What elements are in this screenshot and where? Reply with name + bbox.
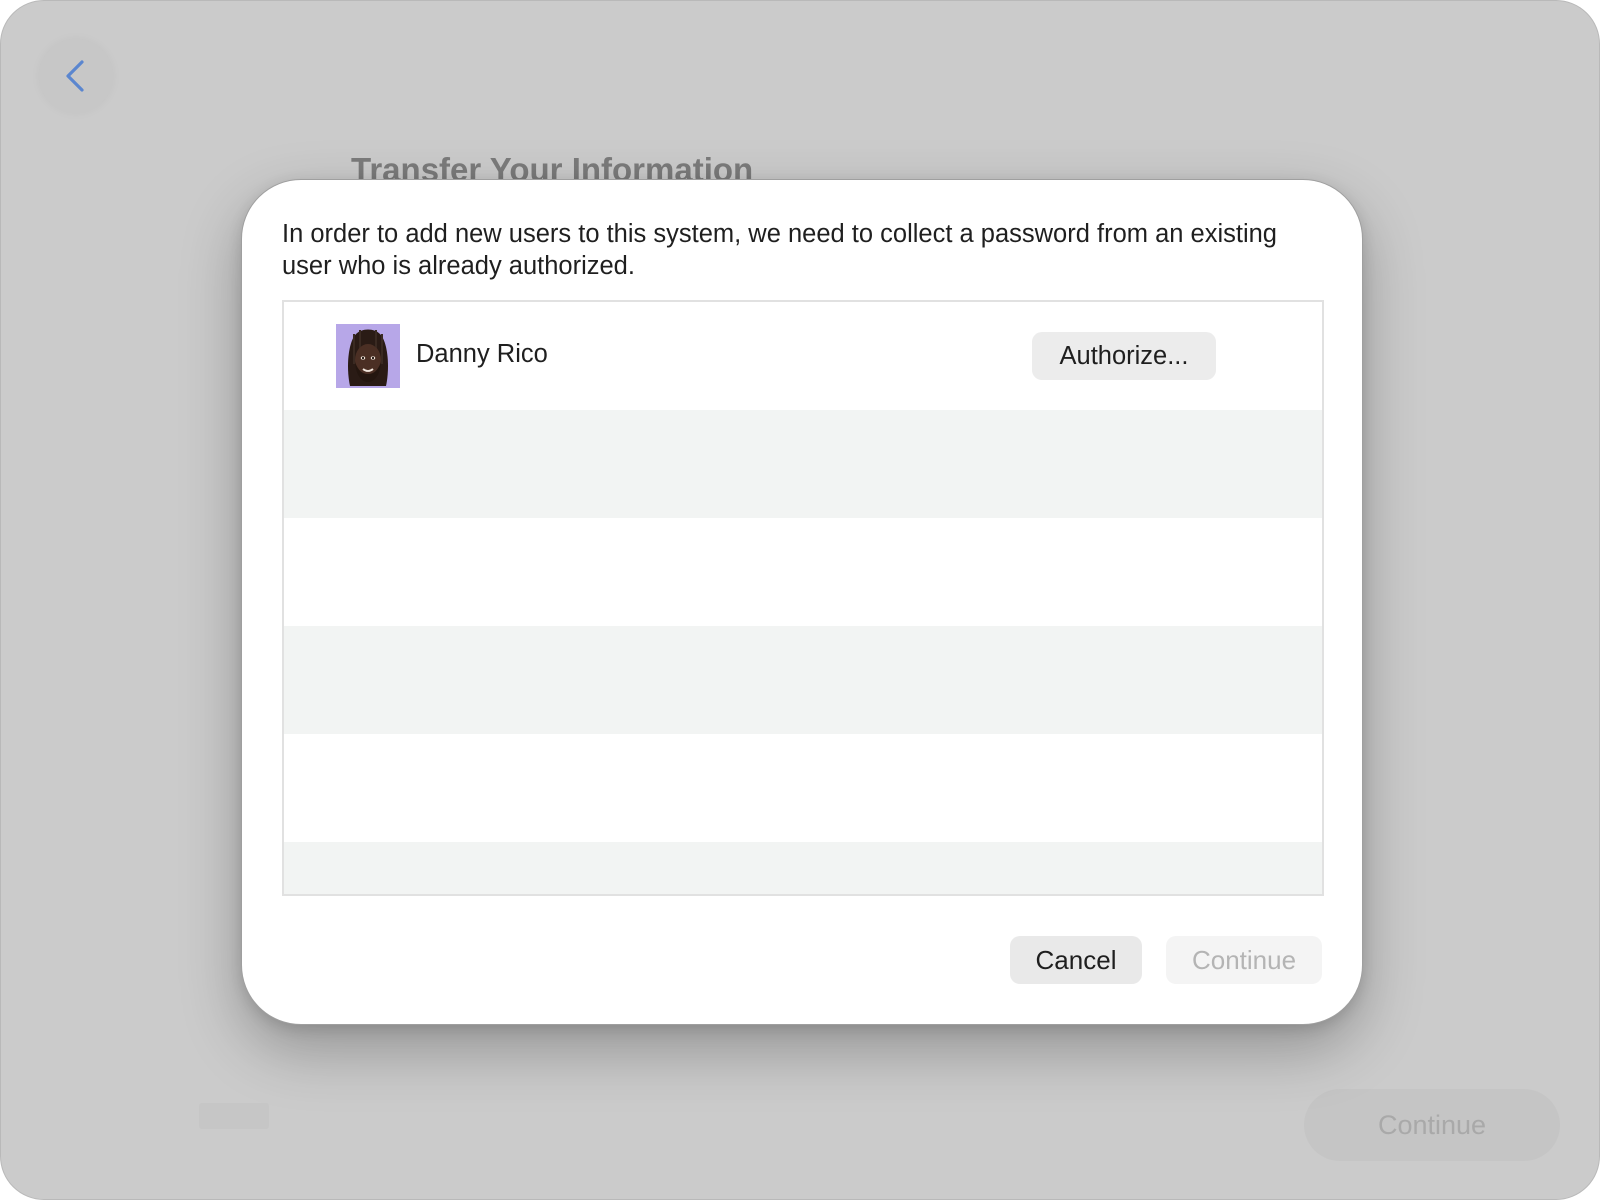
- authorize-button[interactable]: Authorize...: [1032, 332, 1216, 380]
- empty-list-row: [284, 518, 1322, 626]
- continue-button[interactable]: Continue: [1166, 936, 1322, 984]
- empty-list-row: [284, 626, 1322, 734]
- user-row[interactable]: Danny Rico Authorize...: [284, 302, 1322, 410]
- user-list: Danny Rico Authorize...: [282, 300, 1324, 896]
- empty-list-row: [284, 410, 1322, 518]
- setup-window: Transfer Your Information Continue In or…: [0, 0, 1600, 1200]
- empty-list-row: [284, 734, 1322, 842]
- background-continue-button[interactable]: Continue: [1304, 1089, 1560, 1161]
- cancel-button[interactable]: Cancel: [1010, 936, 1142, 984]
- memoji-avatar-icon: [336, 324, 400, 388]
- authorization-dialog: In order to add new users to this system…: [241, 179, 1363, 1025]
- background-placeholder: [199, 1103, 269, 1129]
- back-button[interactable]: [39, 39, 113, 113]
- empty-list-row: [284, 842, 1322, 894]
- user-avatar: [336, 324, 400, 388]
- user-name: Danny Rico: [416, 340, 548, 368]
- chevron-left-icon: [66, 60, 84, 92]
- dialog-message: In order to add new users to this system…: [282, 220, 1277, 280]
